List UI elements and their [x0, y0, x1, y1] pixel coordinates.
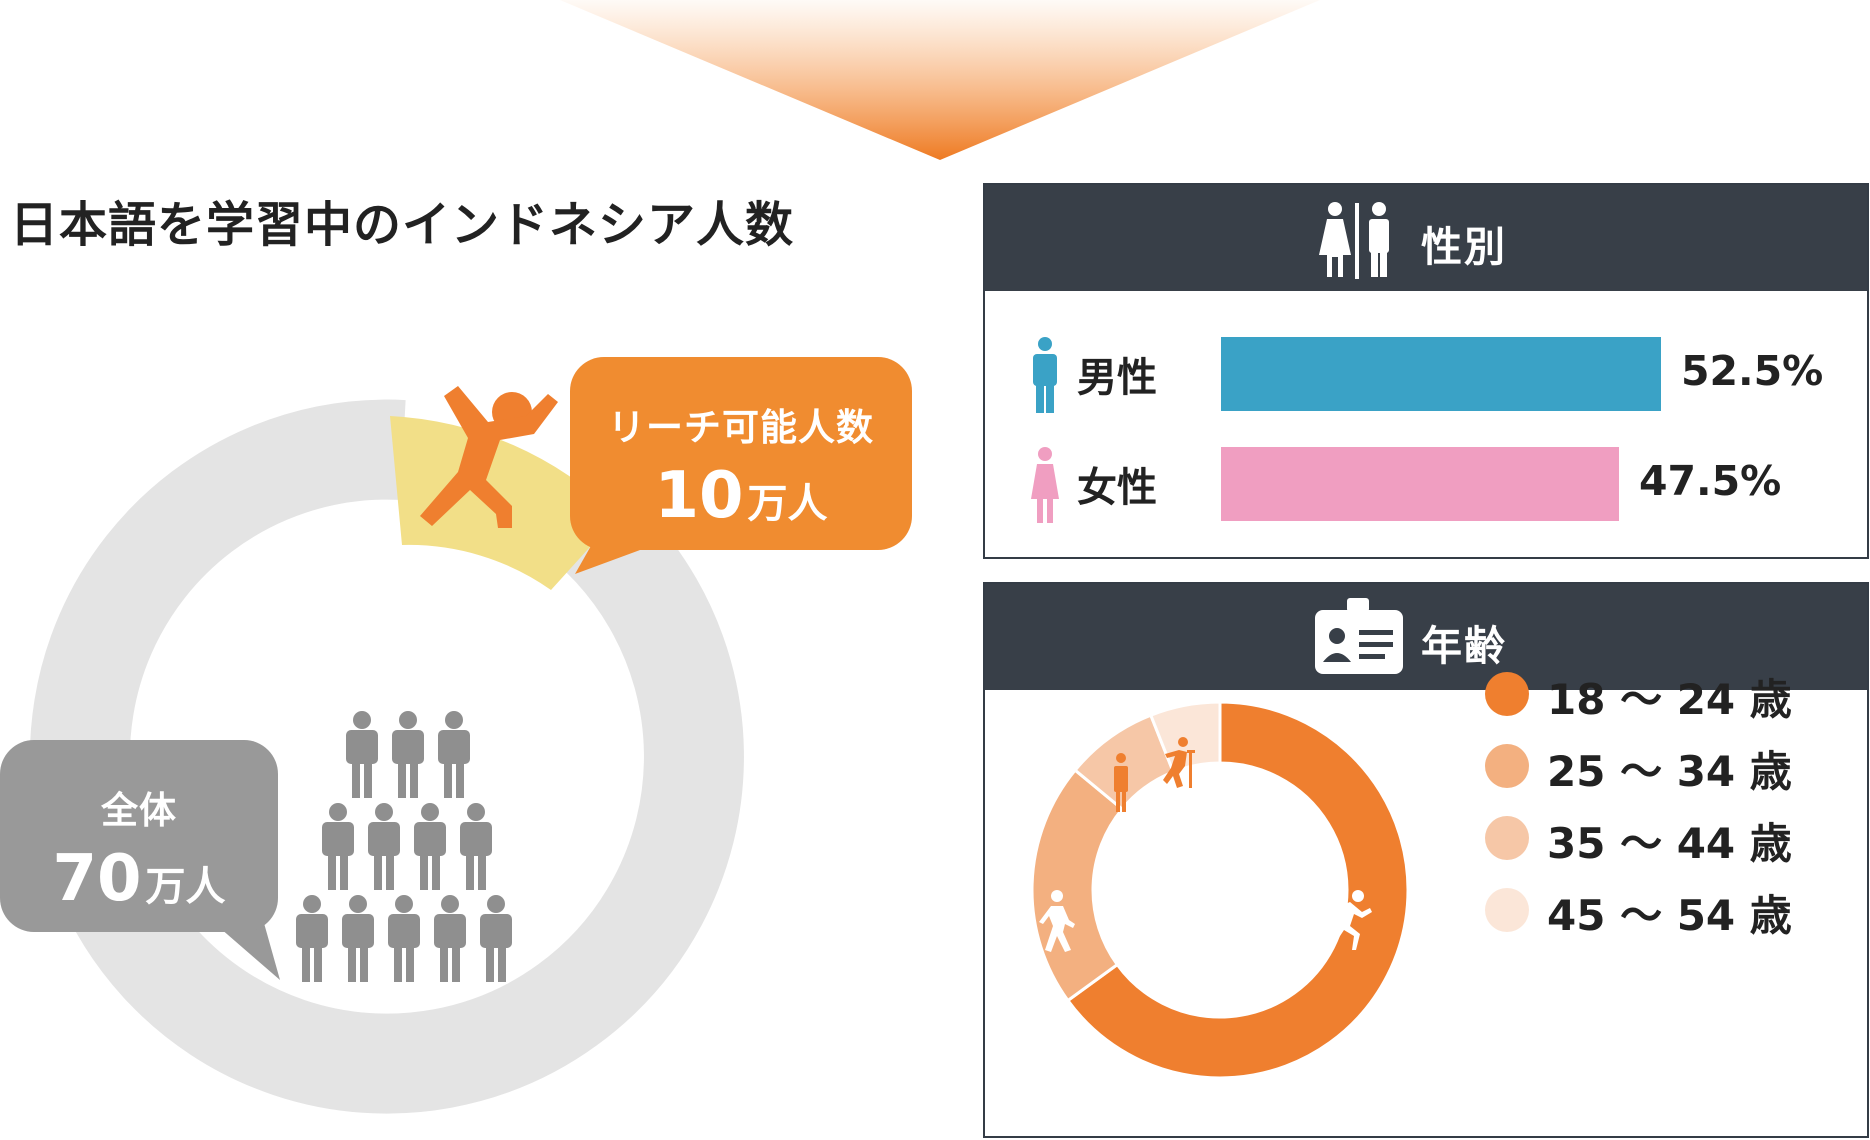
legend-label: 18 〜 24 歳 — [1547, 675, 1792, 724]
gender-panel-title: 性別 — [1421, 223, 1507, 271]
person-icon — [296, 895, 328, 982]
person-icon — [322, 803, 354, 890]
gender-row-female: 女性 47.5% — [985, 447, 1867, 527]
legend-swatch — [1485, 744, 1529, 788]
person-icon — [368, 803, 400, 890]
gender-label-male: 男性 — [1077, 355, 1157, 401]
reach-number: 10 — [654, 459, 744, 533]
value-male: 52.5% — [1681, 347, 1824, 395]
legend-swatch — [1485, 816, 1529, 860]
person-icon — [388, 895, 420, 982]
legend-label: 35 〜 44 歳 — [1547, 819, 1792, 868]
person-icon — [434, 895, 466, 982]
person-icon — [392, 711, 424, 798]
total-number: 70 — [52, 842, 142, 916]
male-icon — [1033, 337, 1057, 413]
age-slice-1 — [1030, 768, 1125, 1003]
value-female: 47.5% — [1639, 457, 1782, 505]
legend-swatch — [1485, 888, 1529, 932]
person-icon — [438, 711, 470, 798]
reach-unit: 万人 — [747, 481, 828, 527]
gender-label-female: 女性 — [1077, 465, 1157, 511]
total-unit: 万人 — [145, 864, 226, 910]
legend-label: 25 〜 34 歳 — [1547, 747, 1792, 796]
female-icon — [1031, 447, 1059, 523]
legend-swatch — [1485, 672, 1529, 716]
crowd-people-icon — [296, 711, 512, 982]
total-label: 全体 — [101, 789, 177, 832]
bar-male — [1221, 337, 1661, 411]
person-icon — [346, 711, 378, 798]
top-chevron — [560, 0, 1320, 160]
page-title: 日本語を学習中のインドネシア人数 — [10, 197, 795, 253]
gender-panel: 性別 男性 52.5% 女性 47.5% — [983, 183, 1869, 559]
person-icon — [414, 803, 446, 890]
bar-female — [1221, 447, 1619, 521]
gender-row-male: 男性 52.5% — [985, 337, 1867, 417]
reach-label: リーチ可能人数 — [608, 406, 874, 449]
total-bubble: 全体 70 万人 — [0, 740, 278, 932]
legend-label: 45 〜 54 歳 — [1547, 891, 1792, 940]
age-panel: 年齢 18 〜 24 歳 25 〜 34 歳 35 〜 44 歳 45 〜 54… — [983, 582, 1869, 1138]
person-icon — [342, 895, 374, 982]
reach-bubble: リーチ可能人数 10 万人 — [570, 357, 912, 550]
male-female-icon — [1319, 202, 1389, 279]
person-icon — [480, 895, 512, 982]
gender-panel-header: 性別 — [985, 185, 1867, 291]
person-icon — [460, 803, 492, 890]
